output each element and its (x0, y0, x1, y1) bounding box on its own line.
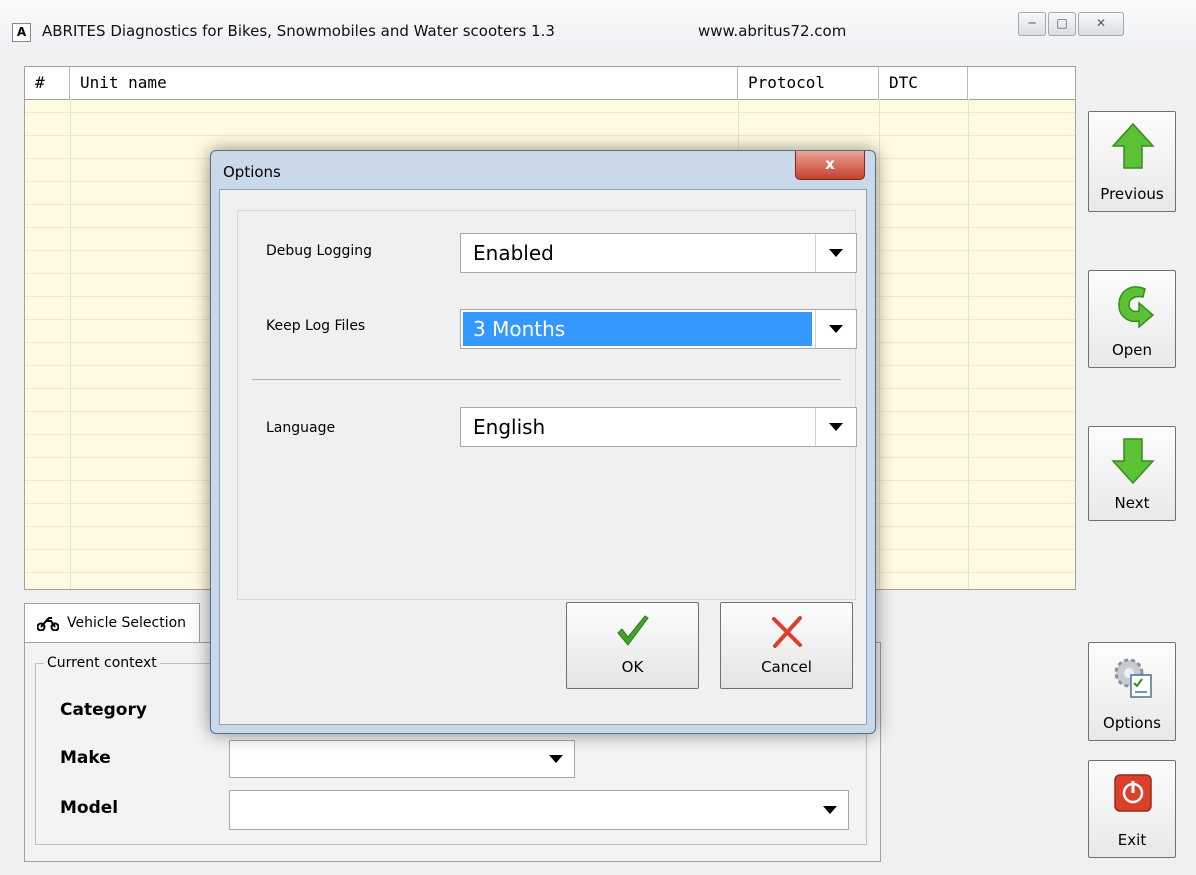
dialog-body: Debug Logging Enabled Keep Log Files 3 M… (219, 189, 867, 725)
model-dropdown[interactable] (229, 790, 849, 830)
keep-log-files-label: Keep Log Files (266, 318, 366, 334)
keep-log-files-dropdown[interactable]: 3 Months (460, 309, 857, 349)
category-label: Category (60, 700, 147, 720)
arrow-up-icon (1111, 122, 1155, 169)
tab-vehicle-selection[interactable]: Vehicle Selection (24, 603, 200, 644)
debug-logging-dropdown[interactable]: Enabled (460, 233, 857, 273)
options-label: Options (1103, 714, 1161, 732)
options-dialog: Options x Debug Logging Enabled Keep Log… (210, 150, 876, 734)
next-label: Next (1114, 494, 1150, 512)
window-url: www.abritus72.com (698, 22, 847, 40)
tab-vehicle-selection-label: Vehicle Selection (67, 615, 187, 631)
separator (252, 379, 841, 380)
keep-log-files-value: 3 Months (473, 317, 566, 341)
title-bar: A ABRITES Diagnostics for Bikes, Snowmob… (0, 0, 1196, 56)
maximize-button[interactable]: □ (1048, 12, 1076, 36)
debug-logging-value: Enabled (473, 241, 554, 265)
checkmark-icon (617, 615, 649, 646)
exit-label: Exit (1117, 831, 1147, 849)
cancel-x-icon (772, 616, 802, 648)
open-arrow-icon (1118, 286, 1155, 329)
power-icon (1114, 774, 1152, 812)
arrow-down-icon (1111, 438, 1155, 485)
motorcycle-icon (37, 617, 59, 631)
ok-label: OK (621, 658, 644, 676)
options-gear-icon (1114, 658, 1152, 698)
minimize-button[interactable]: ─ (1018, 12, 1046, 36)
make-dropdown[interactable] (229, 740, 575, 778)
grid-header: # Unit name Protocol DTC (25, 67, 1075, 100)
cancel-button[interactable]: Cancel (720, 602, 853, 689)
chevron-down-icon[interactable] (815, 408, 856, 446)
language-dropdown[interactable]: English (460, 407, 857, 447)
ok-button[interactable]: OK (566, 602, 699, 689)
make-label: Make (60, 748, 111, 768)
chevron-down-icon[interactable] (815, 234, 856, 272)
language-value: English (473, 415, 546, 439)
column-protocol[interactable]: Protocol (738, 67, 879, 99)
options-panel: Debug Logging Enabled Keep Log Files 3 M… (237, 210, 857, 600)
column-dtc[interactable]: DTC (879, 67, 968, 99)
chevron-down-icon[interactable] (815, 310, 856, 348)
debug-logging-label: Debug Logging (266, 243, 373, 259)
chevron-down-icon[interactable] (812, 791, 848, 829)
language-label: Language (266, 420, 336, 436)
close-window-button[interactable]: ✕ (1078, 12, 1124, 36)
window-title: ABRITES Diagnostics for Bikes, Snowmobil… (42, 22, 555, 40)
column-number[interactable]: # (25, 67, 70, 99)
current-context-legend: Current context (44, 655, 160, 671)
app-icon: A (12, 23, 31, 42)
model-label: Model (60, 798, 119, 818)
next-button[interactable]: Next (1088, 426, 1176, 521)
dialog-close-button[interactable]: x (795, 151, 865, 180)
options-button[interactable]: Options (1088, 642, 1176, 741)
exit-button[interactable]: Exit (1088, 760, 1176, 858)
dialog-title: Options (223, 163, 281, 181)
open-button[interactable]: Open (1088, 270, 1176, 368)
open-label: Open (1111, 341, 1153, 359)
chevron-down-icon[interactable] (538, 741, 574, 777)
previous-label: Previous (1100, 185, 1164, 203)
previous-button[interactable]: Previous (1088, 111, 1176, 212)
column-unit-name[interactable]: Unit name (70, 67, 738, 99)
cancel-label: Cancel (761, 658, 812, 676)
